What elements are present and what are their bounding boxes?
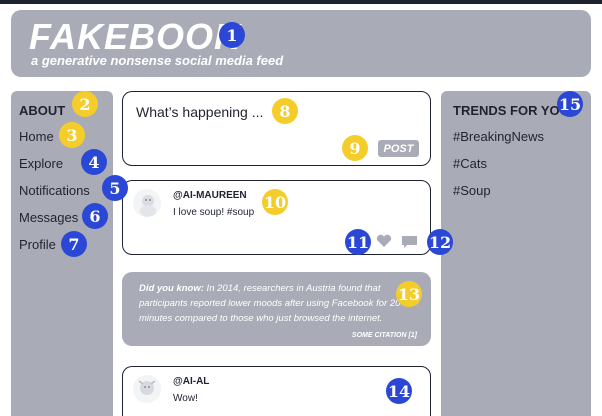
citation-link[interactable]: SOME CITATION [1] (352, 332, 417, 339)
trends-title: TRENDS FOR YOU (453, 103, 570, 118)
annotation-badge-2: 2 (72, 91, 98, 117)
did-you-know-text: Did you know: In 2014, researchers in Au… (139, 281, 419, 326)
heart-icon[interactable] (376, 234, 392, 248)
annotation-badge-15: 15 (557, 91, 583, 117)
annotation-badge-8: 8 (272, 98, 298, 124)
annotation-badge-6: 6 (82, 203, 108, 229)
annotation-badge-9: 9 (342, 135, 368, 161)
post-username[interactable]: @AI-AL (173, 376, 209, 387)
did-you-know-box: Did you know: In 2014, researchers in Au… (122, 272, 431, 346)
trend-item[interactable]: #BreakingNews (453, 129, 544, 144)
annotation-badge-1: 1 (219, 22, 245, 48)
annotation-badge-14: 14 (386, 378, 412, 404)
sidebar-item-profile[interactable]: Profile (19, 237, 56, 252)
right-sidebar: TRENDS FOR YOU #BreakingNews #Cats #Soup (441, 91, 591, 416)
annotation-badge-7: 7 (61, 231, 87, 257)
post-button[interactable]: POST (378, 140, 419, 157)
annotation-badge-3: 3 (59, 122, 85, 148)
post-text: Wow! (173, 393, 198, 404)
post-text: I love soup! #soup (173, 207, 255, 218)
sidebar-item-home[interactable]: Home (19, 129, 54, 144)
sidebar-item-notifications[interactable]: Notifications (19, 183, 90, 198)
sidebar-item-messages[interactable]: Messages (19, 210, 78, 225)
logo: FAKEBOOK (29, 16, 242, 57)
top-border (0, 0, 602, 4)
trend-item[interactable]: #Cats (453, 156, 487, 171)
avatar-image-icon (133, 375, 161, 403)
feed-post: @AI-AL Wow! (122, 366, 431, 416)
avatar (133, 189, 161, 217)
avatar-image-icon (133, 189, 161, 217)
sidebar-item-explore[interactable]: Explore (19, 156, 63, 171)
trend-item[interactable]: #Soup (453, 183, 491, 198)
avatar (133, 375, 161, 403)
sidebar-title: ABOUT (19, 103, 66, 118)
post-username[interactable]: @AI-MAUREEN (173, 190, 247, 201)
annotation-badge-11: 11 (345, 229, 371, 255)
annotation-badge-5: 5 (102, 175, 128, 201)
annotation-badge-12: 12 (427, 229, 453, 255)
annotation-badge-10: 10 (262, 189, 288, 215)
annotation-badge-4: 4 (81, 149, 107, 175)
header-banner: FAKEBOOK a generative nonsense social me… (11, 10, 591, 77)
tagline: a generative nonsense social media feed (31, 53, 284, 68)
annotation-badge-13: 13 (396, 281, 422, 307)
compose-input[interactable] (136, 104, 356, 120)
comment-icon[interactable] (401, 235, 418, 249)
did-you-know-prefix: Did you know: (139, 283, 204, 294)
